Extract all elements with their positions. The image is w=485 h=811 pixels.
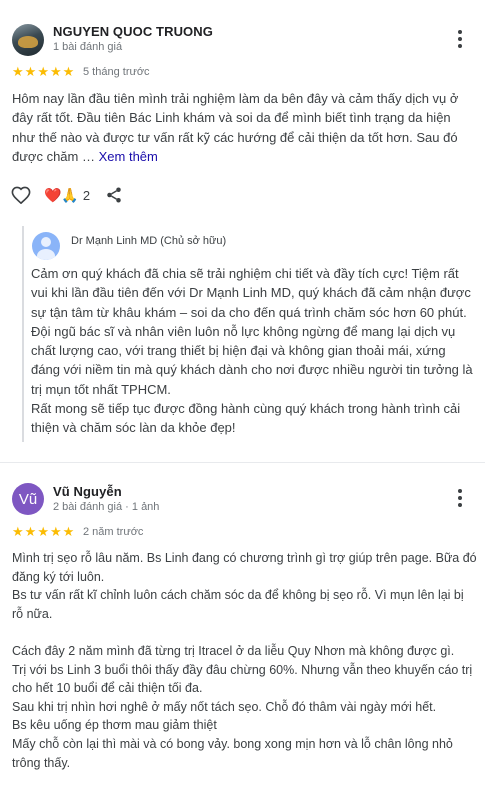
reviewer-meta: 1 bài đánh giá <box>53 41 123 53</box>
review-paragraph: Mấy chỗ còn lại thì mài và có bong vảy. … <box>12 736 453 770</box>
rating-stars: ★ ★ ★ ★ ★ <box>12 525 74 538</box>
reviewer-name[interactable]: NGUYEN QUOC TRUONG <box>53 24 213 39</box>
owner-reply: Dr Mạnh Linh MD (Chủ sở hữu) Cảm ơn quý … <box>22 226 478 442</box>
review-body: Hôm nay lần đầu tiên mình trải nghiệm là… <box>12 91 459 164</box>
owner-avatar-icon <box>32 232 60 260</box>
reviewer-avatar[interactable]: Vũ <box>12 483 44 515</box>
reviewer-meta: 2 bài đánh giá · 1 ảnh <box>53 501 160 513</box>
share-icon[interactable] <box>104 185 124 205</box>
review-card: NGUYEN QUOC TRUONG 1 bài đánh giá ★ ★ ★ … <box>0 0 485 460</box>
star-icon: ★ <box>12 524 24 539</box>
reaction-emoji-icon[interactable]: ❤️🙏 <box>44 187 79 204</box>
star-icon: ★ <box>37 64 49 79</box>
star-icon: ★ <box>12 64 24 79</box>
review-paragraph: Sau khi trị nhìn hơi nghê ở mấy nốt tách… <box>12 699 437 714</box>
more-options-icon[interactable] <box>450 486 470 510</box>
review-text: Hôm nay lần đầu tiên mình trải nghiệm là… <box>12 89 474 166</box>
review-paragraph: Bs kêu uống ép thơm mau giảm thiệt <box>12 718 217 733</box>
star-icon: ★ <box>37 524 49 539</box>
owner-reply-paragraph: Rất mong sẽ tiếp tục được đồng hành cùng… <box>31 401 461 436</box>
review-paragraph <box>12 623 477 642</box>
review-paragraph: Trị với bs Linh 3 buổi thôi thấy đầy đâu… <box>12 662 473 696</box>
star-icon: ★ <box>49 64 62 79</box>
star-icon: ★ <box>24 64 37 79</box>
star-icon: ★ <box>49 524 62 539</box>
review-actions: ❤️🙏 2 <box>10 184 124 206</box>
review-time: 5 tháng trước <box>83 66 150 78</box>
reaction-emoji: ❤️🙏 <box>44 186 79 203</box>
more-options-icon[interactable] <box>450 27 470 51</box>
star-icon: ★ <box>62 64 75 79</box>
review-text: Mình trị sẹo rỗ lâu năm. Bs Linh đang có… <box>12 549 477 772</box>
review-paragraph: Bs tư vấn rất kĩ chỉnh luôn cách chăm só… <box>12 588 464 621</box>
reaction-count: 2 <box>82 187 91 203</box>
review-paragraph: Mình trị sẹo rỗ lâu năm. Bs Linh đang có… <box>12 551 477 584</box>
star-icon: ★ <box>62 524 75 539</box>
owner-name: Dr Mạnh Linh MD (Chủ sở hữu) <box>71 235 227 247</box>
review-card: Vũ Vũ Nguyễn 2 bài đánh giá · 1 ảnh ★ ★ … <box>0 463 485 811</box>
star-icon: ★ <box>24 524 37 539</box>
rating-stars: ★ ★ ★ ★ ★ <box>12 65 74 78</box>
review-time: 2 năm trước <box>83 526 144 538</box>
like-icon[interactable] <box>10 184 32 206</box>
reviewer-avatar[interactable] <box>12 24 44 56</box>
reviewer-name[interactable]: Vũ Nguyễn <box>53 484 122 499</box>
review-paragraph: Cách đây 2 năm mình đã từng trị Itracel … <box>12 643 455 658</box>
see-more-link[interactable]: Xem thêm <box>99 149 158 164</box>
avatar-initials: Vũ <box>18 490 38 508</box>
owner-reply-paragraph: Cảm ơn quý khách đã chia sẽ trải nghiệm … <box>31 266 473 397</box>
owner-reply-text: Cảm ơn quý khách đã chia sẽ trải nghiệm … <box>31 264 476 438</box>
